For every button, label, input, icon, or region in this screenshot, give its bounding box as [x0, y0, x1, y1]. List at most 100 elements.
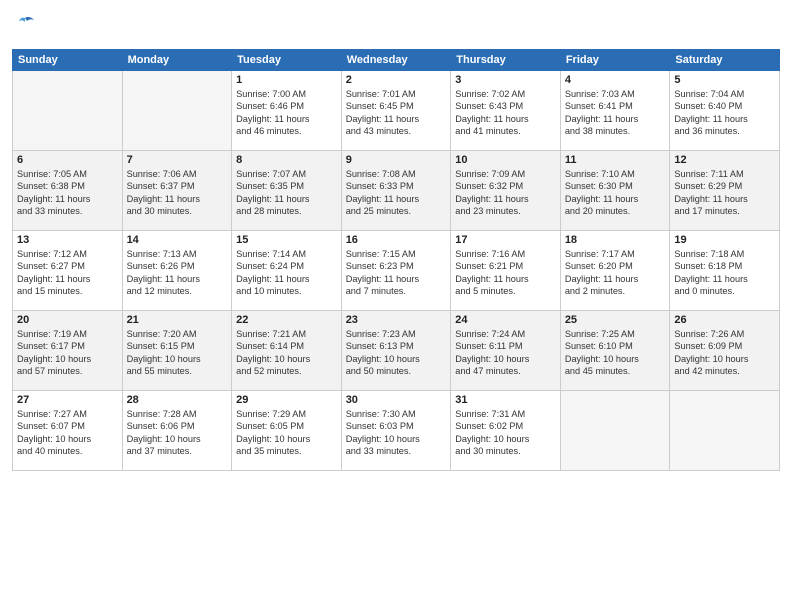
day-number: 25	[565, 314, 666, 326]
header	[12, 10, 780, 41]
day-number: 10	[455, 154, 556, 166]
calendar-cell: 8 Sunrise: 7:07 AM Sunset: 6:35 PM Daylig…	[232, 150, 342, 230]
day-info: Sunrise: 7:05 AM Sunset: 6:38 PM Dayligh…	[17, 168, 118, 218]
day-number: 11	[565, 154, 666, 166]
calendar-cell: 31Sunrise: 7:31 AM Sunset: 6:02 PM Dayli…	[451, 390, 561, 470]
calendar-day-header: Thursday	[451, 49, 561, 70]
logo-bird-icon	[14, 14, 36, 36]
calendar-day-header: Friday	[560, 49, 670, 70]
day-number: 1	[236, 74, 337, 86]
calendar-week-row: 13Sunrise: 7:12 AM Sunset: 6:27 PM Dayli…	[13, 230, 780, 310]
day-info: Sunrise: 7:13 AM Sunset: 6:26 PM Dayligh…	[127, 248, 228, 298]
day-info: Sunrise: 7:27 AM Sunset: 6:07 PM Dayligh…	[17, 408, 118, 458]
day-number: 31	[455, 394, 556, 406]
calendar-cell: 10 Sunrise: 7:09 AM Sunset: 6:32 PM Dayli…	[451, 150, 561, 230]
calendar-cell: 15 Sunrise: 7:14 AM Sunset: 6:24 PM Dayli…	[232, 230, 342, 310]
calendar-cell: 24 Sunrise: 7:24 AM Sunset: 6:11 PM Dayli…	[451, 310, 561, 390]
day-number: 15	[236, 234, 337, 246]
day-info: Sunrise: 7:16 AM Sunset: 6:21 PM Dayligh…	[455, 248, 556, 298]
calendar-cell: 30Sunrise: 7:30 AM Sunset: 6:03 PM Dayli…	[341, 390, 451, 470]
day-number: 2	[346, 74, 447, 86]
calendar-cell: 12Sunrise: 7:11 AM Sunset: 6:29 PM Dayli…	[670, 150, 780, 230]
page-container: SundayMondayTuesdayWednesdayThursdayFrid…	[0, 0, 792, 479]
calendar-week-row: 6Sunrise: 7:05 AM Sunset: 6:38 PM Daylig…	[13, 150, 780, 230]
day-info: Sunrise: 7:03 AM Sunset: 6:41 PM Dayligh…	[565, 88, 666, 138]
day-number: 18	[565, 234, 666, 246]
calendar-cell: 20 Sunrise: 7:19 AM Sunset: 6:17 PM Dayli…	[13, 310, 123, 390]
calendar-cell: 14 Sunrise: 7:13 AM Sunset: 6:26 PM Dayli…	[122, 230, 232, 310]
calendar-cell: 27Sunrise: 7:27 AM Sunset: 6:07 PM Dayli…	[13, 390, 123, 470]
day-info: Sunrise: 7:24 AM Sunset: 6:11 PM Dayligh…	[455, 328, 556, 378]
day-info: Sunrise: 7:20 AM Sunset: 6:15 PM Dayligh…	[127, 328, 228, 378]
day-number: 28	[127, 394, 228, 406]
day-number: 4	[565, 74, 666, 86]
calendar-day-header: Sunday	[13, 49, 123, 70]
day-info: Sunrise: 7:02 AM Sunset: 6:43 PM Dayligh…	[455, 88, 556, 138]
day-info: Sunrise: 7:18 AM Sunset: 6:18 PM Dayligh…	[674, 248, 775, 298]
calendar-cell: 22Sunrise: 7:21 AM Sunset: 6:14 PM Dayli…	[232, 310, 342, 390]
calendar-cell: 26 Sunrise: 7:26 AM Sunset: 6:09 PM Dayli…	[670, 310, 780, 390]
day-number: 21	[127, 314, 228, 326]
day-number: 30	[346, 394, 447, 406]
day-info: Sunrise: 7:15 AM Sunset: 6:23 PM Dayligh…	[346, 248, 447, 298]
calendar-cell: 4 Sunrise: 7:03 AM Sunset: 6:41 PM Daylig…	[560, 70, 670, 150]
day-info: Sunrise: 7:19 AM Sunset: 6:17 PM Dayligh…	[17, 328, 118, 378]
calendar-week-row: 1 Sunrise: 7:00 AM Sunset: 6:46 PM Daylig…	[13, 70, 780, 150]
day-number: 14	[127, 234, 228, 246]
calendar-cell: 23 Sunrise: 7:23 AM Sunset: 6:13 PM Dayli…	[341, 310, 451, 390]
calendar-week-row: 27Sunrise: 7:27 AM Sunset: 6:07 PM Dayli…	[13, 390, 780, 470]
logo-text	[12, 14, 36, 41]
calendar-cell: 1 Sunrise: 7:00 AM Sunset: 6:46 PM Daylig…	[232, 70, 342, 150]
calendar-cell: 9 Sunrise: 7:08 AM Sunset: 6:33 PM Daylig…	[341, 150, 451, 230]
day-number: 29	[236, 394, 337, 406]
calendar-cell: 17 Sunrise: 7:16 AM Sunset: 6:21 PM Dayli…	[451, 230, 561, 310]
day-number: 19	[674, 234, 775, 246]
calendar-table: SundayMondayTuesdayWednesdayThursdayFrid…	[12, 49, 780, 471]
day-number: 5	[674, 74, 775, 86]
calendar-day-header: Monday	[122, 49, 232, 70]
day-number: 7	[127, 154, 228, 166]
day-number: 23	[346, 314, 447, 326]
day-info: Sunrise: 7:10 AM Sunset: 6:30 PM Dayligh…	[565, 168, 666, 218]
calendar-cell: 28 Sunrise: 7:28 AM Sunset: 6:06 PM Dayli…	[122, 390, 232, 470]
day-info: Sunrise: 7:08 AM Sunset: 6:33 PM Dayligh…	[346, 168, 447, 218]
day-info: Sunrise: 7:06 AM Sunset: 6:37 PM Dayligh…	[127, 168, 228, 218]
day-info: Sunrise: 7:09 AM Sunset: 6:32 PM Dayligh…	[455, 168, 556, 218]
day-info: Sunrise: 7:04 AM Sunset: 6:40 PM Dayligh…	[674, 88, 775, 138]
calendar-cell: 6Sunrise: 7:05 AM Sunset: 6:38 PM Daylig…	[13, 150, 123, 230]
calendar-cell: 21 Sunrise: 7:20 AM Sunset: 6:15 PM Dayli…	[122, 310, 232, 390]
day-info: Sunrise: 7:07 AM Sunset: 6:35 PM Dayligh…	[236, 168, 337, 218]
day-info: Sunrise: 7:28 AM Sunset: 6:06 PM Dayligh…	[127, 408, 228, 458]
calendar-header-row: SundayMondayTuesdayWednesdayThursdayFrid…	[13, 49, 780, 70]
day-number: 12	[674, 154, 775, 166]
day-number: 24	[455, 314, 556, 326]
calendar-week-row: 20 Sunrise: 7:19 AM Sunset: 6:17 PM Dayli…	[13, 310, 780, 390]
calendar-cell: 19 Sunrise: 7:18 AM Sunset: 6:18 PM Dayli…	[670, 230, 780, 310]
day-info: Sunrise: 7:14 AM Sunset: 6:24 PM Dayligh…	[236, 248, 337, 298]
calendar-cell: 3 Sunrise: 7:02 AM Sunset: 6:43 PM Daylig…	[451, 70, 561, 150]
calendar-day-header: Wednesday	[341, 49, 451, 70]
day-number: 9	[346, 154, 447, 166]
day-number: 17	[455, 234, 556, 246]
calendar-cell: 25Sunrise: 7:25 AM Sunset: 6:10 PM Dayli…	[560, 310, 670, 390]
day-number: 20	[17, 314, 118, 326]
calendar-cell: 16 Sunrise: 7:15 AM Sunset: 6:23 PM Dayli…	[341, 230, 451, 310]
calendar-cell: 11 Sunrise: 7:10 AM Sunset: 6:30 PM Dayli…	[560, 150, 670, 230]
day-info: Sunrise: 7:26 AM Sunset: 6:09 PM Dayligh…	[674, 328, 775, 378]
calendar-cell	[670, 390, 780, 470]
calendar-day-header: Tuesday	[232, 49, 342, 70]
day-number: 26	[674, 314, 775, 326]
day-info: Sunrise: 7:01 AM Sunset: 6:45 PM Dayligh…	[346, 88, 447, 138]
calendar-cell: 13Sunrise: 7:12 AM Sunset: 6:27 PM Dayli…	[13, 230, 123, 310]
calendar-day-header: Saturday	[670, 49, 780, 70]
day-number: 3	[455, 74, 556, 86]
calendar-cell: 18Sunrise: 7:17 AM Sunset: 6:20 PM Dayli…	[560, 230, 670, 310]
day-number: 13	[17, 234, 118, 246]
day-info: Sunrise: 7:00 AM Sunset: 6:46 PM Dayligh…	[236, 88, 337, 138]
calendar-cell: 2 Sunrise: 7:01 AM Sunset: 6:45 PM Daylig…	[341, 70, 451, 150]
day-info: Sunrise: 7:23 AM Sunset: 6:13 PM Dayligh…	[346, 328, 447, 378]
day-number: 8	[236, 154, 337, 166]
day-info: Sunrise: 7:21 AM Sunset: 6:14 PM Dayligh…	[236, 328, 337, 378]
day-number: 16	[346, 234, 447, 246]
calendar-cell: 29Sunrise: 7:29 AM Sunset: 6:05 PM Dayli…	[232, 390, 342, 470]
